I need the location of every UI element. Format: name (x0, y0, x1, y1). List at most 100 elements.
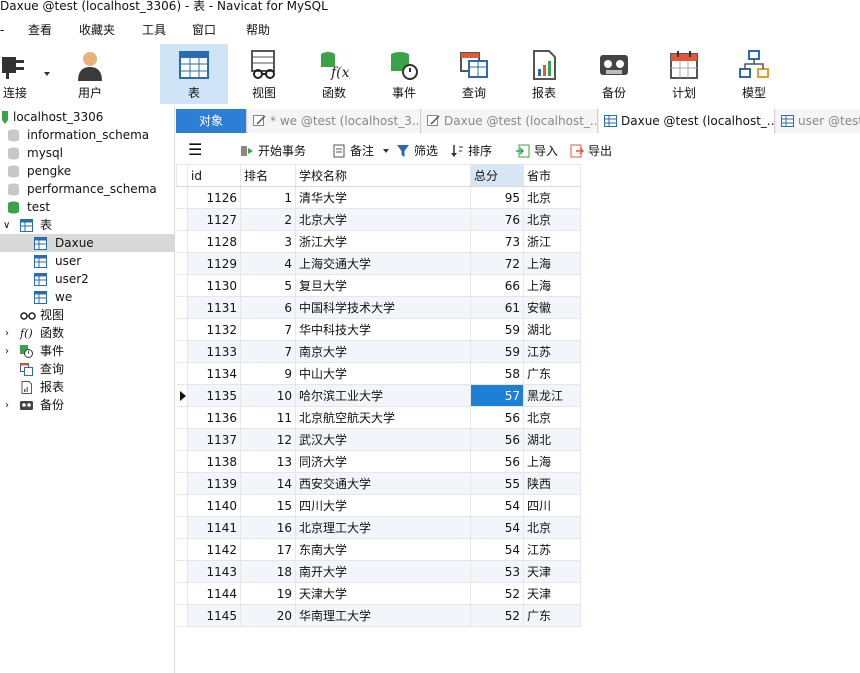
cell-id[interactable]: 1132 (187, 318, 241, 341)
cell-school-name[interactable]: 东南大学 (295, 538, 471, 561)
cell-total-score[interactable]: 54 (470, 516, 524, 539)
cell-school-name[interactable]: 清华大学 (295, 186, 471, 209)
row-marker[interactable] (176, 604, 188, 627)
hamburger-icon[interactable]: ☰ (188, 142, 202, 160)
cell-id[interactable]: 1136 (187, 406, 241, 429)
cell-total-score[interactable]: 61 (470, 296, 524, 319)
cell-province[interactable]: 广东 (523, 362, 581, 385)
menu-favorites[interactable]: 收藏夹 (79, 22, 115, 38)
row-marker[interactable] (176, 274, 188, 297)
queries-button[interactable]: 查询 (441, 44, 507, 104)
cell-province[interactable]: 浙江 (523, 230, 581, 253)
cell-id[interactable]: 1139 (187, 472, 241, 495)
tree-connection[interactable]: localhost_3306 (0, 108, 175, 126)
table-row[interactable]: 1133 7 南京大学 59 江苏 (176, 340, 581, 363)
cell-province[interactable]: 湖北 (523, 318, 581, 341)
tab-daxue-data[interactable]: Daxue @test (localhost_... (599, 109, 775, 133)
schedule-button[interactable]: 计划 (651, 44, 717, 104)
cell-id[interactable]: 1137 (187, 428, 241, 451)
cell-id[interactable]: 1145 (187, 604, 241, 627)
row-marker[interactable] (176, 516, 188, 539)
table-row[interactable]: 1127 2 北京大学 76 北京 (176, 208, 581, 231)
cell-total-score[interactable]: 57 (470, 384, 524, 407)
cell-id[interactable]: 1128 (187, 230, 241, 253)
cell-province[interactable]: 北京 (523, 208, 581, 231)
cell-school-name[interactable]: 北京航空航天大学 (295, 406, 471, 429)
row-marker[interactable] (176, 538, 188, 561)
cell-province[interactable]: 上海 (523, 450, 581, 473)
cell-province[interactable]: 陕西 (523, 472, 581, 495)
cell-rank[interactable]: 12 (240, 428, 296, 451)
begin-transaction-button[interactable]: 开始事务 (240, 142, 306, 160)
column-header-province[interactable]: 省市 (523, 164, 581, 187)
tree-table-user[interactable]: user (0, 252, 175, 270)
cell-total-score[interactable]: 59 (470, 318, 524, 341)
table-row[interactable]: 1126 1 清华大学 95 北京 (176, 186, 581, 209)
column-header-rank[interactable]: 排名 (240, 164, 296, 187)
backup-button[interactable]: 备份 (581, 44, 647, 104)
cell-id[interactable]: 1141 (187, 516, 241, 539)
cell-rank[interactable]: 7 (240, 318, 296, 341)
cell-school-name[interactable]: 复旦大学 (295, 274, 471, 297)
row-marker[interactable] (176, 186, 188, 209)
cell-rank[interactable]: 6 (240, 296, 296, 319)
tree-db-performance-schema[interactable]: performance_schema (0, 180, 175, 198)
cell-id[interactable]: 1126 (187, 186, 241, 209)
row-marker[interactable] (176, 208, 188, 231)
tree-table-daxue[interactable]: Daxue (0, 234, 175, 252)
tree-group-tables[interactable]: ∨ 表 (0, 216, 175, 234)
cell-rank[interactable]: 10 (240, 384, 296, 407)
functions-button[interactable]: f(x) 函数 (301, 44, 367, 104)
cell-province[interactable]: 安徽 (523, 296, 581, 319)
table-row[interactable]: 1144 19 天津大学 52 天津 (176, 582, 581, 605)
cell-school-name[interactable]: 中国科学技术大学 (295, 296, 471, 319)
column-header-id[interactable]: id (187, 164, 241, 187)
cell-school-name[interactable]: 华中科技大学 (295, 318, 471, 341)
cell-id[interactable]: 1144 (187, 582, 241, 605)
cell-id[interactable]: 1140 (187, 494, 241, 517)
row-marker[interactable] (176, 318, 188, 341)
chevron-down-icon[interactable] (382, 149, 389, 153)
cell-school-name[interactable]: 武汉大学 (295, 428, 471, 451)
cell-school-name[interactable]: 哈尔滨工业大学 (295, 384, 471, 407)
cell-id[interactable]: 1127 (187, 208, 241, 231)
cell-total-score[interactable]: 56 (470, 428, 524, 451)
cell-total-score[interactable]: 76 (470, 208, 524, 231)
chevron-right-icon[interactable]: › (5, 399, 18, 412)
cell-rank[interactable]: 19 (240, 582, 296, 605)
tree-db-test[interactable]: test (0, 198, 175, 216)
table-row[interactable]: 1142 17 东南大学 54 江苏 (176, 538, 581, 561)
table-row[interactable]: 1138 13 同济大学 56 上海 (176, 450, 581, 473)
views-button[interactable]: 视图 (231, 44, 297, 104)
table-row[interactable]: 1130 5 复旦大学 66 上海 (176, 274, 581, 297)
tree-db-information-schema[interactable]: information_schema (0, 126, 175, 144)
tables-button[interactable]: 表 (160, 44, 228, 104)
cell-id[interactable]: 1138 (187, 450, 241, 473)
tab-objects[interactable]: 对象 (176, 109, 247, 133)
tree-group-events[interactable]: › 事件 (0, 342, 175, 360)
cell-rank[interactable]: 13 (240, 450, 296, 473)
row-marker[interactable] (176, 230, 188, 253)
tree-group-reports[interactable]: 报表 (0, 378, 175, 396)
cell-province[interactable]: 北京 (523, 406, 581, 429)
cell-province[interactable]: 江苏 (523, 340, 581, 363)
cell-province[interactable]: 广东 (523, 604, 581, 627)
table-row[interactable]: 1141 16 北京理工大学 54 北京 (176, 516, 581, 539)
tree-table-we[interactable]: we (0, 288, 175, 306)
tab-daxue-design[interactable]: Daxue @test (localhost_... (422, 109, 598, 133)
row-marker[interactable] (176, 406, 188, 429)
menu-window[interactable]: 窗口 (192, 22, 216, 38)
export-button[interactable]: 导出 (570, 142, 612, 160)
menu-file-partial[interactable]: ‑ (0, 22, 6, 38)
cell-id[interactable]: 1135 (187, 384, 241, 407)
cell-school-name[interactable]: 中山大学 (295, 362, 471, 385)
cell-school-name[interactable]: 南开大学 (295, 560, 471, 583)
events-button[interactable]: 事件 (371, 44, 437, 104)
cell-total-score[interactable]: 55 (470, 472, 524, 495)
row-marker[interactable] (176, 296, 188, 319)
tree-db-pengke[interactable]: pengke (0, 162, 175, 180)
cell-rank[interactable]: 17 (240, 538, 296, 561)
row-marker[interactable] (176, 560, 188, 583)
cell-rank[interactable]: 7 (240, 340, 296, 363)
tree-db-mysql[interactable]: mysql (0, 144, 175, 162)
